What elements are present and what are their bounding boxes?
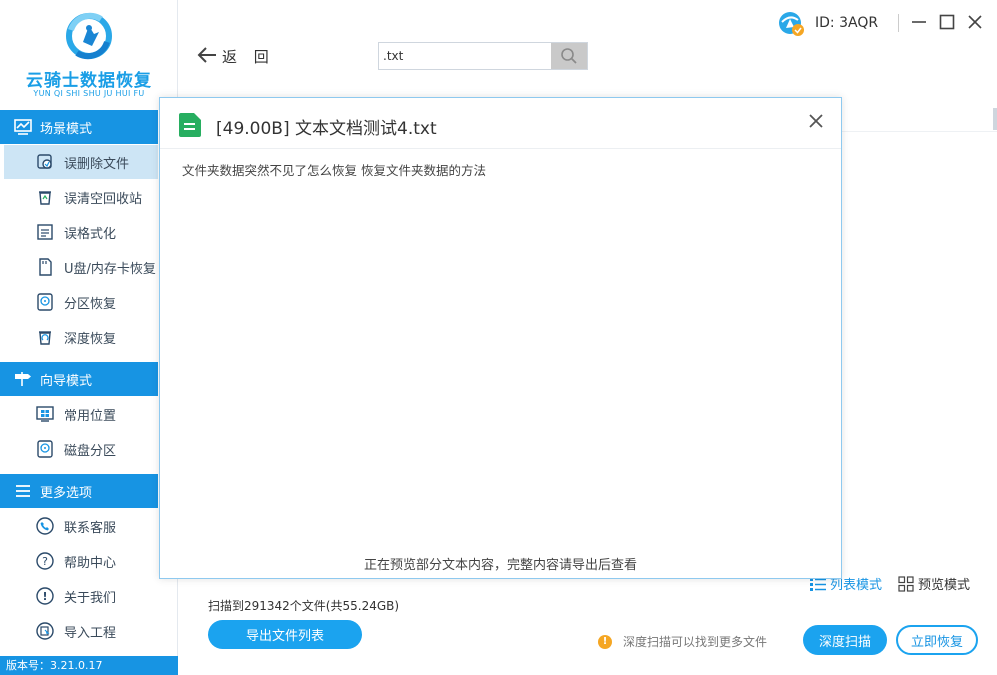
sidebar-item-label: 帮助中心: [64, 555, 117, 571]
search-input[interactable]: [383, 46, 548, 66]
search-icon: [561, 48, 577, 64]
sidebar-item-format[interactable]: 误格式化: [4, 215, 158, 249]
section-guide-mode-label: 向导模式: [40, 373, 93, 389]
sidebar-item-usb-card[interactable]: U盘/内存卡恢复: [4, 250, 158, 284]
user-avatar-icon[interactable]: [776, 10, 806, 38]
phone-icon: [36, 517, 54, 535]
preview-close-button[interactable]: [805, 110, 827, 132]
sidebar-item-partition[interactable]: 分区恢复: [4, 285, 158, 319]
back-button[interactable]: 返 回: [222, 46, 275, 67]
logo-icon: [66, 12, 112, 60]
preview-text-content: 文件夹数据突然不见了怎么恢复 恢复文件夹数据的方法: [182, 163, 486, 178]
section-scene-mode[interactable]: 场景模式: [0, 110, 158, 144]
version-label: 版本号：3.21.0.17: [0, 656, 178, 675]
scrollbar[interactable]: [993, 108, 997, 130]
disk-icon: [37, 440, 53, 458]
back-arrow-icon[interactable]: [196, 44, 218, 66]
export-file-list-button[interactable]: 导出文件列表: [208, 620, 362, 649]
preview-dialog: [49.00B] 文本文档测试4.txt 文件夹数据突然不见了怎么恢复 恢复文件…: [159, 97, 842, 579]
text-file-icon: [179, 113, 201, 137]
sidebar-item-deep-recover[interactable]: 深度恢复: [4, 320, 158, 354]
logo-subtitle: YUN QI SHI SHU JU HUI FU: [33, 89, 145, 98]
scene-mode-icon: [14, 119, 32, 135]
recycle-file-icon: [37, 154, 52, 169]
section-more-options[interactable]: 更多选项: [0, 474, 158, 508]
import-icon: [36, 622, 54, 640]
deep-scan-button[interactable]: 深度扫描: [803, 625, 887, 655]
sidebar: 云骑士数据恢复 YUN QI SHI SHU JU HUI FU 场景模式 误删…: [0, 0, 178, 675]
svg-text:?: ?: [42, 555, 48, 568]
sidebar-item-common-locations[interactable]: 常用位置: [4, 397, 158, 431]
sidebar-item-label: 磁盘分区: [64, 443, 117, 459]
deep-recover-icon: [39, 331, 51, 345]
sidebar-item-label: 分区恢复: [64, 296, 117, 312]
sidebar-item-label: 导入工程: [64, 625, 117, 641]
preview-footer-note: 正在预览部分文本内容，完整内容请导出后查看: [363, 558, 637, 573]
recycle-bin-icon: [39, 191, 51, 205]
section-more-options-label: 更多选项: [40, 485, 93, 501]
deep-scan-tip-text: 深度扫描可以找到更多文件: [623, 635, 768, 649]
sidebar-item-disk-partition[interactable]: 磁盘分区: [4, 432, 158, 466]
sidebar-item-label: U盘/内存卡恢复: [64, 261, 156, 277]
section-guide-mode[interactable]: 向导模式: [0, 362, 158, 396]
maximize-icon: [939, 14, 955, 30]
close-icon: [968, 15, 982, 29]
sidebar-item-contact-support[interactable]: 联系客服: [4, 509, 158, 543]
sidebar-item-deleted-files[interactable]: 误删除文件: [4, 145, 158, 179]
recover-now-button[interactable]: 立即恢复: [896, 625, 978, 655]
windows-icon: [36, 406, 54, 422]
scan-summary: 扫描到291342个文件(共55.24GB): [208, 599, 400, 613]
sidebar-item-label: 常用位置: [64, 408, 117, 424]
sidebar-item-import-project[interactable]: 导入工程: [4, 614, 158, 648]
window-controls-separator: [898, 14, 899, 32]
sidebar-item-label: 联系客服: [64, 520, 117, 536]
preview-dialog-title: [49.00B] 文本文档测试4.txt: [216, 119, 437, 139]
app-logo: 云骑士数据恢复 YUN QI SHI SHU JU HUI FU: [0, 0, 178, 108]
search-button[interactable]: [551, 43, 587, 69]
user-id: ID: 3AQR: [815, 15, 879, 31]
logo-name: 云骑士数据恢复: [26, 71, 152, 91]
maximize-button[interactable]: [937, 12, 957, 32]
search-box: [378, 42, 588, 70]
minimize-icon: [912, 21, 926, 23]
svg-text:!: !: [42, 590, 47, 603]
sidebar-item-label: 误清空回收站: [64, 191, 143, 207]
partition-icon: [37, 293, 53, 311]
sidebar-item-label: 误格式化: [64, 226, 117, 242]
sidebar-item-label: 关于我们: [64, 590, 117, 606]
section-scene-mode-label: 场景模式: [40, 121, 93, 137]
grid-view-icon: [898, 575, 914, 592]
sidebar-item-help-center[interactable]: ? 帮助中心: [4, 544, 158, 578]
deep-scan-tip: ! 深度扫描可以找到更多文件: [598, 633, 767, 650]
signpost-icon: [15, 372, 31, 386]
view-mode-preview[interactable]: 预览模式: [898, 574, 970, 593]
menu-icon: [16, 485, 30, 497]
preview-dialog-divider: [160, 148, 841, 149]
info-icon: !: [36, 587, 54, 605]
sd-card-icon: [39, 258, 52, 276]
help-icon: ?: [36, 552, 54, 570]
format-disk-icon: [37, 224, 53, 240]
sidebar-item-label: 深度恢复: [64, 331, 117, 347]
sidebar-item-label: 误删除文件: [64, 156, 130, 172]
view-mode-preview-label: 预览模式: [918, 578, 971, 593]
minimize-button[interactable]: [909, 12, 929, 32]
close-window-button[interactable]: [965, 12, 985, 32]
sidebar-item-recycle-bin[interactable]: 误清空回收站: [4, 180, 158, 214]
close-icon: [809, 114, 823, 128]
warning-icon: !: [598, 634, 612, 649]
sidebar-item-about-us[interactable]: ! 关于我们: [4, 579, 158, 613]
